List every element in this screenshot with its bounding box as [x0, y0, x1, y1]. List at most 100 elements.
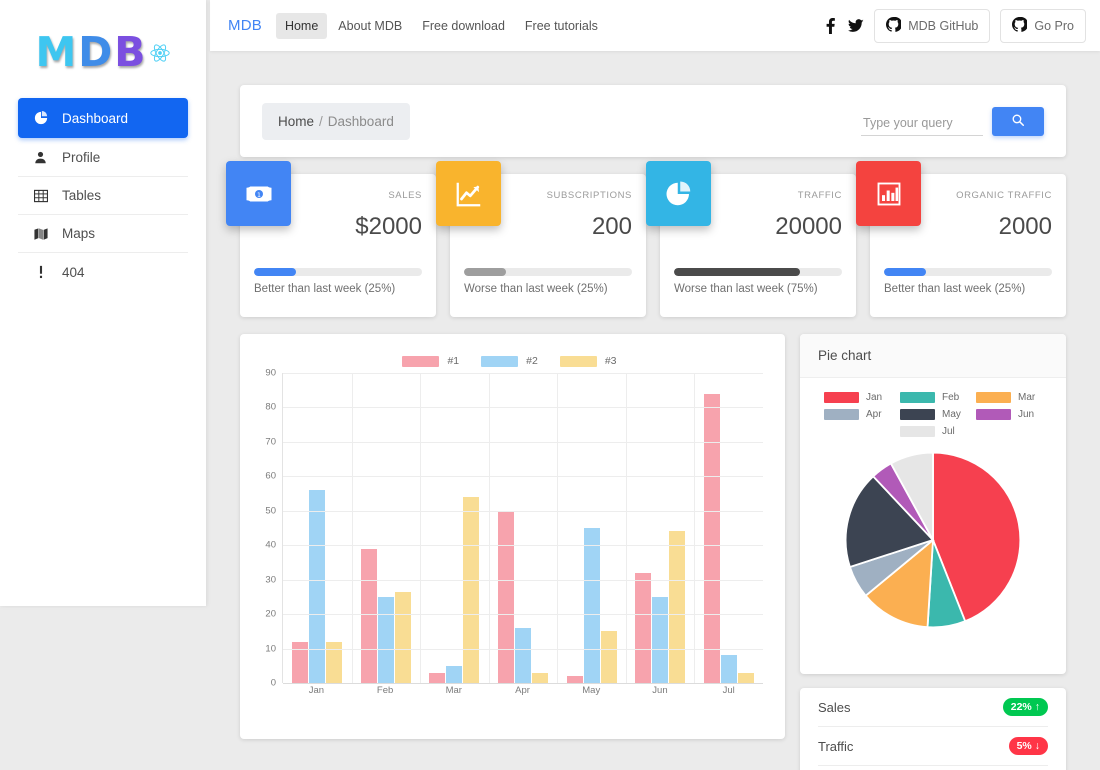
go-pro-button[interactable]: Go Pro — [1000, 8, 1086, 43]
bar[interactable] — [720, 655, 737, 683]
mdb-github-button[interactable]: MDB GitHub — [874, 8, 991, 43]
stat-value: 2000 — [998, 213, 1052, 240]
nav-link-home[interactable]: Home — [275, 12, 328, 39]
status-badge: 5% ↓ — [1008, 737, 1048, 755]
bar-group — [420, 373, 489, 683]
bar[interactable] — [737, 672, 754, 683]
y-axis-tick: 20 — [265, 608, 276, 620]
nav-link-free-tutorials[interactable]: Free tutorials — [516, 13, 607, 39]
stat-card-traffic: TRAFFIC 20000 Worse than last week (75%) — [646, 161, 856, 317]
breadcrumb-home[interactable]: Home — [278, 114, 314, 129]
y-axis-tick: 10 — [265, 643, 276, 655]
nav-link-free-download[interactable]: Free download — [413, 13, 514, 39]
x-axis-label: May — [582, 685, 601, 696]
gridline-vertical — [625, 373, 627, 683]
search-input[interactable] — [861, 111, 983, 136]
search-button[interactable] — [992, 106, 1044, 136]
y-axis-tick: 80 — [265, 401, 276, 413]
pie-chart-body: Jan Feb Mar Apr May Jun Jul — [800, 378, 1066, 641]
bar[interactable] — [566, 676, 583, 683]
sidebar-item-tables[interactable]: Tables — [18, 177, 188, 215]
bar[interactable] — [463, 497, 480, 683]
pie-legend-item[interactable]: May — [900, 409, 966, 420]
pie-legend-label: Jul — [942, 426, 955, 437]
legend-label: #3 — [604, 355, 617, 367]
bar-chart-icon — [856, 161, 921, 226]
bar-group — [694, 373, 763, 683]
pie-legend-swatch — [824, 409, 859, 420]
top-navbar: MDB Home About MDB Free download Free tu… — [210, 0, 1100, 51]
bar[interactable] — [652, 596, 669, 683]
legend-item[interactable]: #3 — [559, 355, 617, 367]
bar-chart-legend: #1 #2 #3 — [250, 355, 769, 367]
bar-group — [489, 373, 558, 683]
sidebar-menu: Dashboard Profile Tables Maps 404 — [0, 98, 206, 291]
navbar-right: MDB GitHub Go Pro — [822, 8, 1086, 43]
navbar-brand[interactable]: MDB — [228, 17, 262, 34]
bar[interactable] — [515, 627, 532, 683]
bar[interactable] — [703, 393, 720, 683]
app-logo[interactable]: M D B — [0, 0, 206, 98]
github-icon — [886, 16, 903, 35]
list-item[interactable]: Traffic 5% ↓ — [818, 727, 1048, 766]
stat-label: SUBSCRIPTIONS — [546, 190, 632, 201]
stat-label: ORGANIC TRAFFIC — [956, 190, 1052, 201]
legend-item[interactable]: #2 — [481, 355, 538, 367]
bar[interactable] — [583, 528, 600, 683]
y-axis-tick: 30 — [265, 574, 276, 586]
bar[interactable] — [532, 672, 549, 683]
user-icon — [32, 151, 49, 164]
pie-legend-swatch — [976, 409, 1011, 420]
search-area — [861, 106, 1044, 136]
table-icon — [32, 189, 49, 203]
mdb-github-label: MDB GitHub — [908, 18, 979, 33]
pie-legend-item[interactable]: Feb — [900, 392, 966, 403]
bar-chart-x-axis: Jan Feb Mar Apr May Jun Jul — [282, 685, 763, 696]
bar[interactable] — [669, 531, 686, 683]
breadcrumb-current: Dashboard — [327, 113, 394, 129]
pie-legend-item[interactable]: Mar — [976, 392, 1042, 403]
pie-legend-label: Mar — [1018, 392, 1036, 403]
bar-group — [352, 373, 421, 683]
nav-link-about-mdb[interactable]: About MDB — [329, 13, 411, 39]
badge-value: 22% — [1010, 701, 1032, 713]
stat-note: Worse than last week (25%) — [464, 283, 608, 295]
sidebar-item-maps[interactable]: Maps — [18, 215, 188, 253]
bar[interactable] — [635, 572, 652, 683]
sidebar-item-label: Maps — [62, 226, 96, 241]
pie-legend-item[interactable]: Jul — [900, 426, 966, 437]
bar[interactable] — [446, 665, 463, 683]
gridline — [283, 373, 763, 374]
pie-chart-graphic — [844, 451, 1022, 629]
stat-note: Better than last week (25%) — [884, 283, 1026, 295]
bar[interactable] — [600, 631, 617, 683]
sidebar-item-profile[interactable]: Profile — [18, 139, 188, 177]
pie-legend-item[interactable]: Jan — [824, 392, 890, 403]
legend-item[interactable]: #1 — [402, 355, 459, 367]
breadcrumb-separator: / — [319, 113, 323, 129]
bar[interactable] — [394, 591, 411, 683]
gridline — [283, 441, 763, 443]
bar[interactable] — [429, 672, 446, 683]
pie-legend-item[interactable]: Apr — [824, 409, 890, 420]
list-item[interactable]: Orders 14 — [818, 766, 1048, 770]
pie-legend-item[interactable]: Jun — [976, 409, 1042, 420]
twitter-icon[interactable] — [848, 18, 864, 34]
bar-group — [283, 373, 352, 683]
logo-letter-b: B — [114, 27, 148, 76]
bar[interactable] — [377, 596, 394, 683]
arrow-down-icon: ↓ — [1034, 740, 1040, 752]
sidebar-item-404[interactable]: 404 — [18, 253, 188, 291]
legend-swatch — [402, 355, 440, 367]
arrow-up-icon: ↑ — [1034, 701, 1040, 713]
bar[interactable] — [498, 510, 515, 683]
bar[interactable] — [360, 548, 377, 683]
logo-letter-d: D — [78, 27, 115, 76]
facebook-icon[interactable] — [822, 17, 838, 34]
sidebar-item-dashboard[interactable]: Dashboard — [18, 98, 188, 138]
x-axis-label: Apr — [515, 685, 530, 696]
bar[interactable] — [309, 490, 326, 683]
list-item[interactable]: Sales 22% ↑ — [818, 688, 1048, 727]
pie-legend-swatch — [976, 392, 1011, 403]
stat-card-subscriptions: SUBSCRIPTIONS 200 Worse than last week (… — [436, 161, 646, 317]
